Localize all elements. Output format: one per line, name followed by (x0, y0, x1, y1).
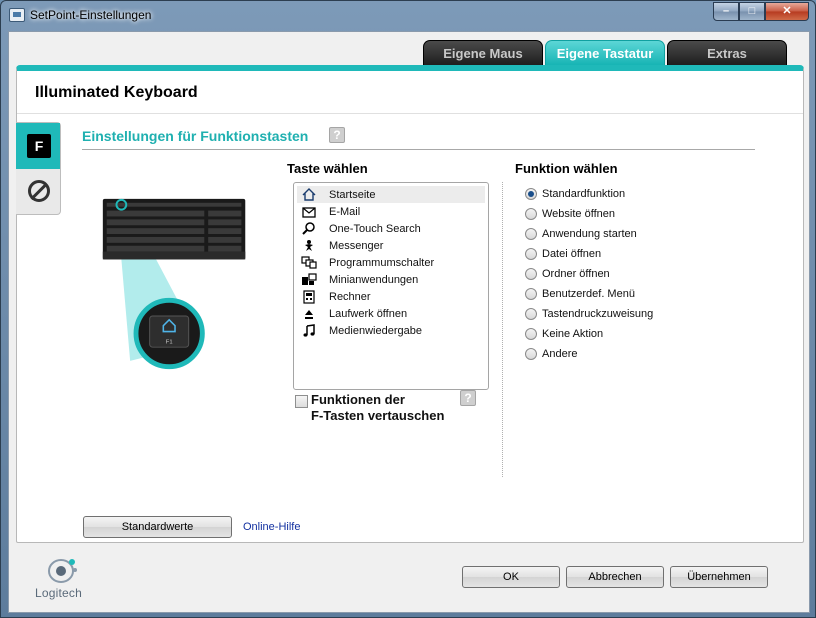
music-icon (301, 323, 317, 338)
defaults-button[interactable]: Standardwerte (83, 516, 232, 538)
radio-option[interactable]: Andere (525, 344, 653, 364)
radio-option[interactable]: Keine Aktion (525, 324, 653, 344)
radio-label: Anwendung starten (542, 228, 637, 240)
list-item[interactable]: E-Mail (297, 203, 485, 220)
logitech-wordmark: Logitech (35, 586, 82, 600)
list-item-label: Rechner (329, 290, 371, 303)
radio-option[interactable]: Website öffnen (525, 204, 653, 224)
tab-eigene-tastatur[interactable]: Eigene Tastatur (545, 40, 665, 66)
section-divider (82, 149, 755, 150)
radio-label: Website öffnen (542, 208, 615, 220)
list-item[interactable]: Messenger (297, 237, 485, 254)
side-tabs: F (16, 122, 61, 215)
radio-label: Tastendruckzuweisung (542, 308, 654, 320)
setpoint-app-icon (9, 8, 25, 22)
help-icon[interactable]: ? (460, 390, 476, 406)
client-area: Eigene Maus Eigene Tastatur Extras Illum… (8, 31, 810, 613)
tab-eigene-maus[interactable]: Eigene Maus (423, 40, 543, 66)
radio-option[interactable]: Datei öffnen (525, 244, 653, 264)
window-title: SetPoint-Einstellungen (30, 8, 152, 22)
swap-f-keys-checkbox[interactable] (295, 395, 308, 408)
list-item[interactable]: Minianwendungen (297, 271, 485, 288)
radio-button[interactable] (525, 308, 537, 320)
radio-button[interactable] (525, 288, 537, 300)
column-divider (502, 182, 503, 477)
radio-label: Keine Aktion (542, 328, 604, 340)
side-tab-function-keys[interactable]: F (16, 123, 60, 169)
search-icon (301, 222, 317, 236)
radio-label: Andere (542, 348, 578, 360)
apply-button[interactable]: Übernehmen (670, 566, 768, 588)
list-item-label: Medienwiedergabe (329, 324, 422, 337)
f1-key-label: F1 (166, 339, 173, 345)
title-divider (17, 113, 803, 114)
radio-button[interactable] (525, 228, 537, 240)
gadgets-icon (301, 273, 317, 287)
radio-button[interactable] (525, 188, 537, 200)
radio-button[interactable] (525, 328, 537, 340)
radio-option[interactable]: Benutzerdef. Menü (525, 284, 653, 304)
radio-option[interactable]: Tastendruckzuweisung (525, 304, 653, 324)
cancel-button[interactable]: Abbrechen (566, 566, 664, 588)
radio-option[interactable]: Ordner öffnen (525, 264, 653, 284)
radio-option[interactable]: Anwendung starten (525, 224, 653, 244)
swap-f-keys-label-line1: Funktionen der (311, 392, 405, 407)
device-title: Illuminated Keyboard (35, 84, 198, 101)
settings-panel: Illuminated Keyboard F Einstellungen für… (16, 65, 804, 543)
radio-label: Ordner öffnen (542, 268, 610, 280)
calculator-icon (301, 289, 317, 304)
tab-extras[interactable]: Extras (667, 40, 787, 66)
swap-f-keys-label-line2: F-Tasten vertauschen (311, 408, 445, 423)
list-item-label: Messenger (329, 239, 384, 252)
prohibited-icon (28, 180, 50, 202)
list-item[interactable]: Programmumschalter (297, 254, 485, 271)
list-item[interactable]: Startseite (297, 186, 485, 203)
home-icon (301, 188, 317, 202)
main-tabs: Eigene Maus Eigene Tastatur Extras (423, 40, 787, 66)
list-item-label: Minianwendungen (329, 273, 419, 286)
f-key-icon: F (27, 134, 51, 158)
radio-button[interactable] (525, 208, 537, 220)
messenger-icon (301, 239, 317, 253)
list-item-label: Startseite (329, 188, 376, 201)
radio-label: Benutzerdef. Menü (542, 288, 635, 300)
app-switcher-icon (301, 256, 317, 270)
online-help-link[interactable]: Online-Hilfe (243, 521, 300, 533)
minimize-button[interactable]: – (713, 2, 739, 21)
section-title: Einstellungen für Funktionstasten (82, 128, 309, 144)
ok-button[interactable]: OK (462, 566, 560, 588)
radio-button[interactable] (525, 268, 537, 280)
radio-option[interactable]: Standardfunktion (525, 184, 653, 204)
list-item-label: One-Touch Search (329, 222, 421, 235)
title-bar[interactable]: SetPoint-Einstellungen – □ ✕ (1, 1, 815, 31)
close-button[interactable]: ✕ (765, 2, 809, 21)
eject-icon (301, 307, 317, 321)
setpoint-window: SetPoint-Einstellungen – □ ✕ Eigene Maus… (0, 0, 816, 618)
help-icon[interactable]: ? (329, 127, 345, 143)
keyboard-illustration: F1 (102, 198, 246, 370)
logitech-logo-icon (48, 559, 77, 583)
maximize-button[interactable]: □ (739, 2, 765, 21)
side-tab-disable-keys[interactable] (16, 169, 60, 215)
email-icon (301, 205, 317, 219)
logitech-logo: Logitech (35, 556, 95, 606)
key-listbox[interactable]: Startseite E-Mail One-Touch Search Messe… (293, 182, 489, 390)
list-item-label: Programmumschalter (329, 256, 435, 269)
list-item[interactable]: Laufwerk öffnen (297, 305, 485, 322)
radio-button[interactable] (525, 248, 537, 260)
list-item[interactable]: Medienwiedergabe (297, 322, 485, 339)
function-radio-group: Standardfunktion Website öffnen Anwendun… (525, 184, 653, 364)
radio-label: Datei öffnen (542, 248, 602, 260)
funktion-heading: Funktion wählen (515, 161, 618, 176)
list-item[interactable]: Rechner (297, 288, 485, 305)
list-item[interactable]: One-Touch Search (297, 220, 485, 237)
list-item-label: Laufwerk öffnen (329, 307, 408, 320)
radio-label: Standardfunktion (542, 188, 626, 200)
list-item-label: E-Mail (329, 205, 361, 218)
taste-heading: Taste wählen (287, 161, 368, 176)
radio-button[interactable] (525, 348, 537, 360)
swap-f-keys-option[interactable]: Funktionen der F-Tasten vertauschen (295, 392, 444, 424)
